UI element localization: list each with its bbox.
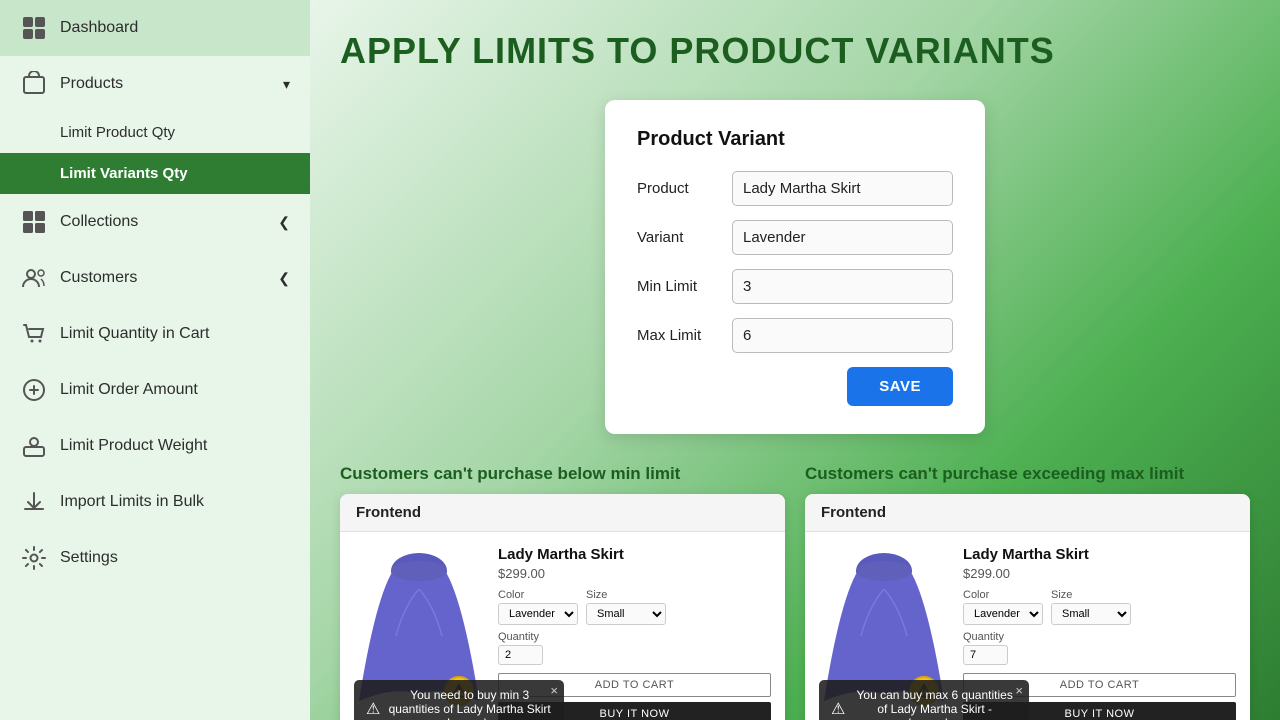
max-qty-input[interactable] <box>963 645 1008 665</box>
min-limit-input[interactable] <box>732 269 953 304</box>
collections-chevron: ❮ <box>278 214 290 231</box>
customers-chevron: ❮ <box>278 270 290 287</box>
max-product-price: $299.00 <box>963 566 1236 581</box>
sidebar-item-collections[interactable]: Collections ❮ <box>0 194 310 250</box>
min-color-select[interactable]: Lavender <box>498 603 578 625</box>
variant-form-row: Variant <box>637 220 953 255</box>
sidebar-item-collections-label: Collections <box>60 213 266 231</box>
products-icon <box>20 70 48 98</box>
min-limit-frontend-body: ⚠ Lady Martha Skirt $299.00 Color Lavend… <box>340 532 785 720</box>
order-icon <box>20 376 48 404</box>
max-limit-label: Max Limit <box>637 327 720 344</box>
max-product-name: Lady Martha Skirt <box>963 546 1236 563</box>
min-limit-demo-col: Customers can't purchase below min limit… <box>340 464 785 720</box>
min-toast-text: You need to buy min 3 quantities of Lady… <box>387 688 552 720</box>
sidebar-item-limit-product-weight[interactable]: Limit Product Weight <box>0 418 310 474</box>
sidebar-item-limit-product-weight-label: Limit Product Weight <box>60 437 290 455</box>
sidebar-item-limit-quantity-cart[interactable]: Limit Quantity in Cart <box>0 306 310 362</box>
settings-icon <box>20 544 48 572</box>
max-limit-demo-title: Customers can't purchase exceeding max l… <box>805 464 1250 484</box>
collections-icon <box>20 208 48 236</box>
sidebar-item-customers[interactable]: Customers ❮ <box>0 250 310 306</box>
max-limit-demo-col: Customers can't purchase exceeding max l… <box>805 464 1250 720</box>
sidebar-item-products-label: Products <box>60 75 271 93</box>
min-size-select[interactable]: Small <box>586 603 666 625</box>
min-limit-label: Min Limit <box>637 278 720 295</box>
main-content: APPLY LIMITS TO PRODUCT VARIANTS Product… <box>310 0 1280 720</box>
min-toast-message: ⚠ You need to buy min 3 quantities of La… <box>354 680 564 720</box>
dashboard-icon <box>20 14 48 42</box>
max-limit-input[interactable] <box>732 318 953 353</box>
sidebar-item-limit-order-amount-label: Limit Order Amount <box>60 381 290 399</box>
product-input[interactable] <box>732 171 953 206</box>
sidebar-item-limit-quantity-cart-label: Limit Quantity in Cart <box>60 325 290 343</box>
import-icon <box>20 488 48 516</box>
sidebar: Dashboard Products ▾ Limit Product Qty L… <box>0 0 310 720</box>
min-size-label: Size <box>586 589 666 601</box>
variant-label: Variant <box>637 229 720 246</box>
max-selects-row: Color Lavender Size Small <box>963 589 1236 625</box>
max-qty-label: Quantity <box>963 631 1236 643</box>
max-toast-text: You can buy max 6 quantities of Lady Mar… <box>852 688 1017 720</box>
sidebar-sub-limit-variants-qty[interactable]: Limit Variants Qty <box>0 153 310 194</box>
max-limit-frontend-header: Frontend <box>805 494 1250 532</box>
max-size-select[interactable]: Small <box>1051 603 1131 625</box>
min-limit-demo-title: Customers can't purchase below min limit <box>340 464 785 484</box>
min-limit-frontend-header: Frontend <box>340 494 785 532</box>
customers-icon <box>20 264 48 292</box>
product-label: Product <box>637 180 720 197</box>
product-form-row: Product <box>637 171 953 206</box>
sidebar-item-customers-label: Customers <box>60 269 266 287</box>
max-size-label: Size <box>1051 589 1131 601</box>
max-toast-message: ⚠ You can buy max 6 quantities of Lady M… <box>819 680 1029 720</box>
max-toast-close[interactable]: × <box>1015 683 1023 698</box>
min-toast-close[interactable]: × <box>550 683 558 698</box>
demo-section: Customers can't purchase below min limit… <box>340 464 1250 720</box>
min-toast-warn-icon: ⚠ <box>366 699 380 719</box>
page-title: APPLY LIMITS TO PRODUCT VARIANTS <box>340 30 1250 72</box>
min-limit-form-row: Min Limit <box>637 269 953 304</box>
max-toast-warn-icon: ⚠ <box>831 699 845 719</box>
sidebar-item-dashboard[interactable]: Dashboard <box>0 0 310 56</box>
card-heading: Product Variant <box>637 128 953 151</box>
min-limit-frontend-card: Frontend ⚠ Lady Martha Skirt <box>340 494 785 720</box>
max-limit-form-row: Max Limit <box>637 318 953 353</box>
products-chevron: ▾ <box>283 76 290 93</box>
max-color-select[interactable]: Lavender <box>963 603 1043 625</box>
product-variant-card: Product Variant Product Variant Min Limi… <box>605 100 985 434</box>
save-button[interactable]: SAVE <box>847 367 953 406</box>
weight-icon <box>20 432 48 460</box>
min-product-name: Lady Martha Skirt <box>498 546 771 563</box>
sidebar-item-settings[interactable]: Settings <box>0 530 310 586</box>
sidebar-sub-limit-product-qty[interactable]: Limit Product Qty <box>0 112 310 153</box>
min-product-price: $299.00 <box>498 566 771 581</box>
min-qty-input[interactable] <box>498 645 543 665</box>
min-qty-label: Quantity <box>498 631 771 643</box>
max-limit-frontend-body: ⚠ Lady Martha Skirt $299.00 Color Lavend… <box>805 532 1250 720</box>
min-color-label: Color <box>498 589 578 601</box>
max-limit-frontend-card: Frontend ⚠ Lady Martha Skirt <box>805 494 1250 720</box>
sidebar-item-settings-label: Settings <box>60 549 290 567</box>
sidebar-item-dashboard-label: Dashboard <box>60 19 290 37</box>
min-selects-row: Color Lavender Size Small <box>498 589 771 625</box>
sidebar-item-import-limits-bulk[interactable]: Import Limits in Bulk <box>0 474 310 530</box>
sidebar-item-import-limits-bulk-label: Import Limits in Bulk <box>60 493 290 511</box>
sidebar-item-products[interactable]: Products ▾ <box>0 56 310 112</box>
max-color-label: Color <box>963 589 1043 601</box>
cart-icon <box>20 320 48 348</box>
sidebar-item-limit-order-amount[interactable]: Limit Order Amount <box>0 362 310 418</box>
variant-input[interactable] <box>732 220 953 255</box>
